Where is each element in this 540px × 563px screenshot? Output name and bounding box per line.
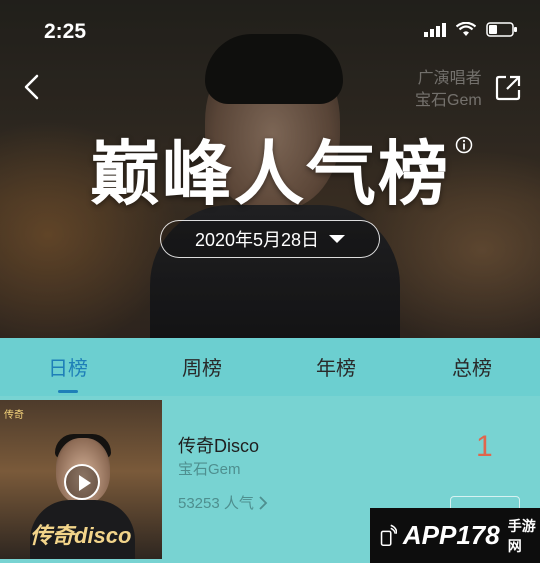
status-bar: 2:25 xyxy=(0,0,540,62)
poster-text: 广演唱者 宝石Gem xyxy=(415,68,482,112)
info-icon xyxy=(455,136,473,154)
watermark: APP178 手游网 xyxy=(370,508,540,563)
caret-down-icon xyxy=(329,235,346,243)
date-label: 2020年5月28日 xyxy=(194,230,320,250)
battery-icon xyxy=(486,22,517,37)
chevron-left-icon xyxy=(24,74,39,100)
chevron-right-icon xyxy=(259,495,268,510)
rank-number: 1 xyxy=(476,430,493,463)
song-popularity[interactable]: 53253 人气 xyxy=(178,492,268,513)
cover-word: 传奇disco xyxy=(30,523,132,548)
poster-line-1: 广演唱者 xyxy=(417,70,482,87)
chart-tabs: 日榜 周榜 年榜 总榜 xyxy=(0,338,540,396)
tab-all-time[interactable]: 总榜 xyxy=(452,352,492,381)
song-cover[interactable]: 传奇 传奇disco xyxy=(0,400,162,559)
song-artist[interactable]: 宝石Gem xyxy=(178,458,241,479)
cover-tag: 传奇 xyxy=(4,410,24,421)
status-time: 2:25 xyxy=(44,20,87,43)
share-icon xyxy=(495,75,521,101)
poster-line-2: 宝石Gem xyxy=(415,92,482,109)
song-title[interactable]: 传奇Disco xyxy=(178,432,259,458)
tab-yearly[interactable]: 年榜 xyxy=(316,352,356,381)
watermark-sub: 手游网 xyxy=(507,517,536,554)
date-selector[interactable]: 2020年5月28日 xyxy=(160,220,380,258)
tab-daily[interactable]: 日榜 xyxy=(48,352,88,381)
share-button[interactable] xyxy=(494,74,522,102)
back-button[interactable] xyxy=(20,72,44,102)
watermark-brand: APP178 xyxy=(402,520,500,550)
popularity-value: 53253 人气 xyxy=(178,495,254,512)
play-icon[interactable] xyxy=(64,464,100,500)
status-icons xyxy=(424,22,518,37)
hero-banner: 广演唱者 宝石Gem 2:25 巅峰人气榜 2020年5月28日 xyxy=(0,0,540,338)
info-button[interactable] xyxy=(455,136,473,154)
tab-weekly[interactable]: 周榜 xyxy=(182,352,222,381)
page-title: 巅峰人气榜 xyxy=(90,133,450,215)
phone-signal-icon xyxy=(380,524,397,546)
wifi-icon xyxy=(456,22,476,36)
signal-icon xyxy=(424,22,446,37)
active-tab-indicator xyxy=(58,390,78,393)
